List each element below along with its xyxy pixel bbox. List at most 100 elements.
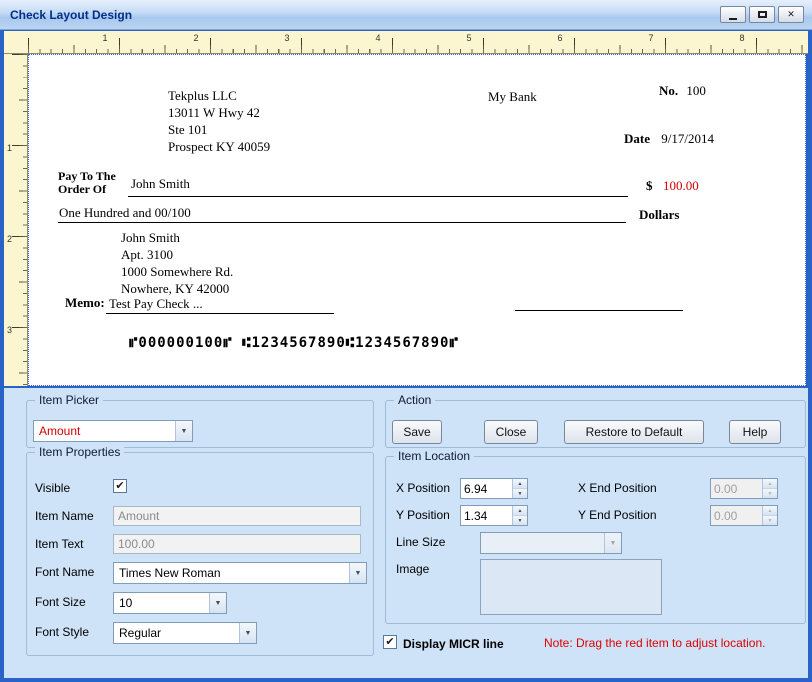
ruler-number: 6 xyxy=(557,33,563,43)
font-size-label: Font Size xyxy=(35,595,86,609)
spin-up-icon[interactable]: ▲ xyxy=(513,506,527,516)
chevron-down-icon: ▼ xyxy=(209,593,226,613)
font-style-label: Font Style xyxy=(35,625,90,639)
item-picker-group: Item Picker Amount ▼ xyxy=(26,393,374,448)
minimize-button[interactable] xyxy=(720,6,746,23)
item-properties-group: Item Properties Visible ✔ Item Name Item… xyxy=(26,445,374,656)
item-properties-group-label: Item Properties xyxy=(35,445,125,459)
item-location-group: Item Location X Position ▲ ▼ X End Posit… xyxy=(385,449,806,624)
y-end-position-input xyxy=(711,506,762,525)
minimize-icon xyxy=(729,17,737,20)
x-end-position-input xyxy=(711,479,762,498)
properties-panel: Item Picker Amount ▼ Action Save Close R… xyxy=(4,388,808,678)
check-date[interactable]: Date 9/17/2014 xyxy=(624,131,714,147)
spin-buttons: ▲ ▼ xyxy=(512,479,527,498)
y-position-stepper[interactable]: ▲ ▼ xyxy=(460,505,528,526)
signature-line xyxy=(515,310,683,311)
bank-name[interactable]: My Bank xyxy=(488,89,537,105)
help-button[interactable]: Help xyxy=(729,420,781,444)
close-icon: ✕ xyxy=(787,9,795,19)
check-icon: ✔ xyxy=(385,635,395,648)
display-micr-label: Display MICR line xyxy=(403,637,504,651)
x-end-position-stepper: ▲ ▼ xyxy=(710,478,778,499)
spin-down-icon: ▼ xyxy=(763,489,777,498)
ruler-number: 2 xyxy=(7,234,13,244)
display-micr-checkbox[interactable]: ✔ xyxy=(383,635,397,649)
y-position-input[interactable] xyxy=(461,506,512,525)
spin-up-icon[interactable]: ▲ xyxy=(513,479,527,489)
x-position-input[interactable] xyxy=(461,479,512,498)
ruler-number: 2 xyxy=(193,33,199,43)
item-picker-dropdown[interactable]: Amount ▼ xyxy=(33,420,193,442)
check-icon: ✔ xyxy=(115,479,125,492)
vertical-ruler: 1 2 3 xyxy=(4,54,28,386)
font-name-value: Times New Roman xyxy=(119,566,221,580)
font-name-dropdown[interactable]: Times New Roman ▼ xyxy=(113,562,367,584)
ruler-number: 3 xyxy=(284,33,290,43)
x-position-stepper[interactable]: ▲ ▼ xyxy=(460,478,528,499)
payee-name[interactable]: John Smith xyxy=(131,176,190,192)
item-picker-value: Amount xyxy=(39,424,81,438)
font-size-dropdown[interactable]: 10 ▼ xyxy=(113,592,227,614)
close-button[interactable]: ✕ xyxy=(778,6,804,23)
check-number[interactable]: No. 100 xyxy=(659,83,706,99)
spin-down-icon[interactable]: ▼ xyxy=(513,516,527,525)
drag-note: Note: Drag the red item to adjust locati… xyxy=(544,636,766,650)
item-text-label: Item Text xyxy=(35,537,84,551)
window-controls: ✕ xyxy=(720,6,804,23)
image-box xyxy=(480,559,662,615)
item-name-field[interactable] xyxy=(113,506,361,526)
action-group-label: Action xyxy=(394,393,436,407)
font-style-dropdown[interactable]: Regular ▼ xyxy=(113,622,257,644)
date-value: 9/17/2014 xyxy=(661,131,714,146)
memo-label: Memo: xyxy=(65,295,105,310)
spin-up-icon: ▲ xyxy=(763,506,777,516)
micr-line[interactable]: ⑈000000100⑈ ⑆1234567890⑆1234567890⑈ xyxy=(129,335,459,351)
visible-label: Visible xyxy=(35,481,71,495)
check-number-value: 100 xyxy=(686,83,706,98)
ruler-number: 1 xyxy=(102,33,108,43)
memo-text[interactable]: Test Pay Check ... xyxy=(109,296,203,312)
y-position-label: Y Position xyxy=(396,508,450,522)
spin-down-icon[interactable]: ▼ xyxy=(513,489,527,498)
chevron-down-icon: ▼ xyxy=(349,563,366,583)
line-size-dropdown: ▼ xyxy=(480,532,622,554)
spin-buttons: ▲ ▼ xyxy=(762,479,777,498)
currency-symbol: $ xyxy=(646,178,653,193)
check-preview[interactable]: Tekplus LLC 13011 W Hwy 42 Ste 101 Prosp… xyxy=(28,54,806,386)
check-number-label: No. xyxy=(659,83,679,98)
pay-to-label[interactable]: Pay To The Order Of xyxy=(58,170,116,196)
ruler-number: 7 xyxy=(648,33,654,43)
date-label: Date xyxy=(624,131,650,146)
chevron-down-icon: ▼ xyxy=(239,623,256,643)
dollars-label: Dollars xyxy=(639,207,680,222)
amount-words-line xyxy=(58,222,626,223)
amount-words[interactable]: One Hundred and 00/100 xyxy=(59,205,191,221)
spin-down-icon: ▼ xyxy=(763,516,777,525)
action-group: Action Save Close Restore to Default Hel… xyxy=(385,393,806,448)
title-bar[interactable]: Check Layout Design ✕ xyxy=(0,0,812,30)
memo-line xyxy=(106,313,334,314)
y-end-position-stepper: ▲ ▼ xyxy=(710,505,778,526)
close-action-button[interactable]: Close xyxy=(484,420,538,444)
image-label: Image xyxy=(396,562,430,576)
spin-up-icon: ▲ xyxy=(763,479,777,489)
y-end-position-label: Y End Position xyxy=(578,508,657,522)
ruler-number: 3 xyxy=(7,325,13,335)
save-button[interactable]: Save xyxy=(392,420,442,444)
visible-checkbox[interactable]: ✔ xyxy=(113,479,127,493)
ruler-number: 1 xyxy=(7,143,13,153)
maximize-button[interactable] xyxy=(749,6,775,23)
ruler-number: 4 xyxy=(375,33,381,43)
x-position-label: X Position xyxy=(396,481,451,495)
payee-address[interactable]: John Smith Apt. 3100 1000 Somewhere Rd. … xyxy=(121,229,233,297)
amount-value[interactable]: 100.00 xyxy=(663,178,699,194)
horizontal-ruler: 1 2 3 4 5 6 7 8 xyxy=(4,31,808,54)
item-text-field[interactable] xyxy=(113,534,361,554)
chevron-down-icon: ▼ xyxy=(604,533,621,553)
item-picker-group-label: Item Picker xyxy=(35,393,104,407)
restore-default-button[interactable]: Restore to Default xyxy=(564,420,704,444)
company-address[interactable]: Tekplus LLC 13011 W Hwy 42 Ste 101 Prosp… xyxy=(168,87,270,155)
x-end-position-label: X End Position xyxy=(578,481,657,495)
window-title: Check Layout Design xyxy=(10,7,133,22)
